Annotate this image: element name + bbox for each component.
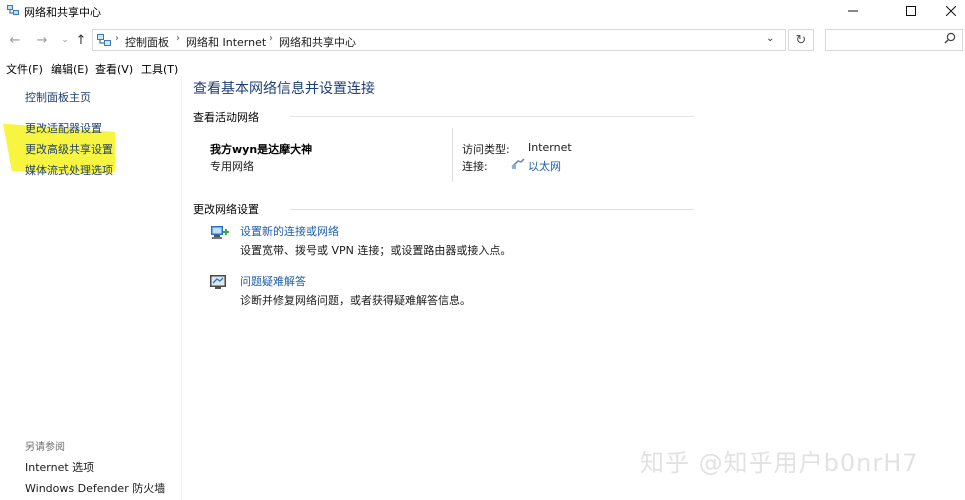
nav-control-panel-home[interactable]: 控制面板主页 <box>25 89 91 105</box>
menu-view[interactable]: 查看(V) <box>95 61 133 77</box>
connection-ethernet-link[interactable]: 以太网 <box>528 158 561 174</box>
breadcrumb-control-panel[interactable]: 控制面板 <box>125 34 169 50</box>
nav-change-adapter-settings[interactable]: 更改适配器设置 <box>25 120 102 136</box>
minimize-button[interactable] <box>830 0 875 22</box>
breadcrumb-separator: › <box>176 33 180 44</box>
forward-button[interactable]: → <box>33 31 51 49</box>
section-divider <box>290 209 694 210</box>
nav-media-streaming-options[interactable]: 媒体流式处理选项 <box>25 162 113 178</box>
setup-new-connection-link[interactable]: 设置新的连接或网络 <box>240 223 339 239</box>
refresh-icon: ↻ <box>795 32 807 48</box>
search-icon[interactable] <box>944 32 956 44</box>
network-divider <box>452 128 453 182</box>
new-connection-icon <box>211 226 229 239</box>
control-panel-icon <box>97 34 111 46</box>
network-type[interactable]: 专用网络 <box>210 158 254 174</box>
arrow-left-icon: ← <box>9 32 21 48</box>
window-title: 网络和共享中心 <box>24 6 101 19</box>
chevron-down-icon: ⌄ <box>61 35 69 45</box>
watermark-text: 知乎 @知乎用户b0nrH7 <box>640 449 919 477</box>
menu-edit[interactable]: 编辑(E) <box>51 61 89 77</box>
minimize-icon <box>847 10 858 12</box>
access-type-value: Internet <box>528 141 572 154</box>
troubleshoot-link[interactable]: 问题疑难解答 <box>240 273 306 289</box>
troubleshoot-icon <box>210 275 226 289</box>
nav-windows-defender-firewall[interactable]: Windows Defender 防火墙 <box>25 480 165 496</box>
back-button[interactable]: ← <box>6 31 24 49</box>
menu-file[interactable]: 文件(F) <box>6 61 43 77</box>
setup-new-connection-desc: 设置宽带、拨号或 VPN 连接；或设置路由器或接入点。 <box>240 244 512 257</box>
title-bar: 网络和共享中心 <box>0 0 965 22</box>
troubleshoot-desc: 诊断并修复网络问题，或者获得疑难解答信息。 <box>240 294 471 307</box>
section-divider <box>290 116 694 117</box>
close-button[interactable] <box>928 0 965 22</box>
section-active-networks: 查看活动网络 <box>193 111 259 124</box>
ethernet-icon <box>511 158 525 169</box>
refresh-button[interactable]: ↻ <box>788 29 814 51</box>
pane-divider <box>181 76 182 500</box>
maximize-button[interactable] <box>888 0 933 22</box>
breadcrumb-network-internet[interactable]: 网络和 Internet <box>186 34 266 50</box>
nav-internet-options[interactable]: Internet 选项 <box>25 459 94 475</box>
access-type-label: 访问类型: <box>462 143 510 156</box>
address-dropdown-icon[interactable]: ⌄ <box>766 33 774 44</box>
menu-tools[interactable]: 工具(T) <box>141 61 178 77</box>
breadcrumb-separator: › <box>115 33 119 44</box>
network-name: 我方wyn是达摩大神 <box>210 143 313 156</box>
page-title: 查看基本网络信息并设置连接 <box>193 81 375 97</box>
see-also-label: 另请参阅 <box>25 442 65 453</box>
arrow-up-icon: ↑ <box>75 32 87 48</box>
breadcrumb-network-sharing-center[interactable]: 网络和共享中心 <box>279 34 356 50</box>
maximize-icon <box>905 6 916 16</box>
nav-change-advanced-sharing[interactable]: 更改高级共享设置 <box>25 141 113 157</box>
connection-label: 连接: <box>462 160 488 173</box>
network-center-icon <box>7 5 19 15</box>
arrow-right-icon: → <box>36 32 48 48</box>
search-input[interactable] <box>825 29 963 51</box>
close-icon <box>945 6 956 16</box>
section-change-network-settings: 更改网络设置 <box>193 203 259 216</box>
breadcrumb-separator: › <box>269 33 273 44</box>
up-button[interactable]: ↑ <box>72 31 90 49</box>
